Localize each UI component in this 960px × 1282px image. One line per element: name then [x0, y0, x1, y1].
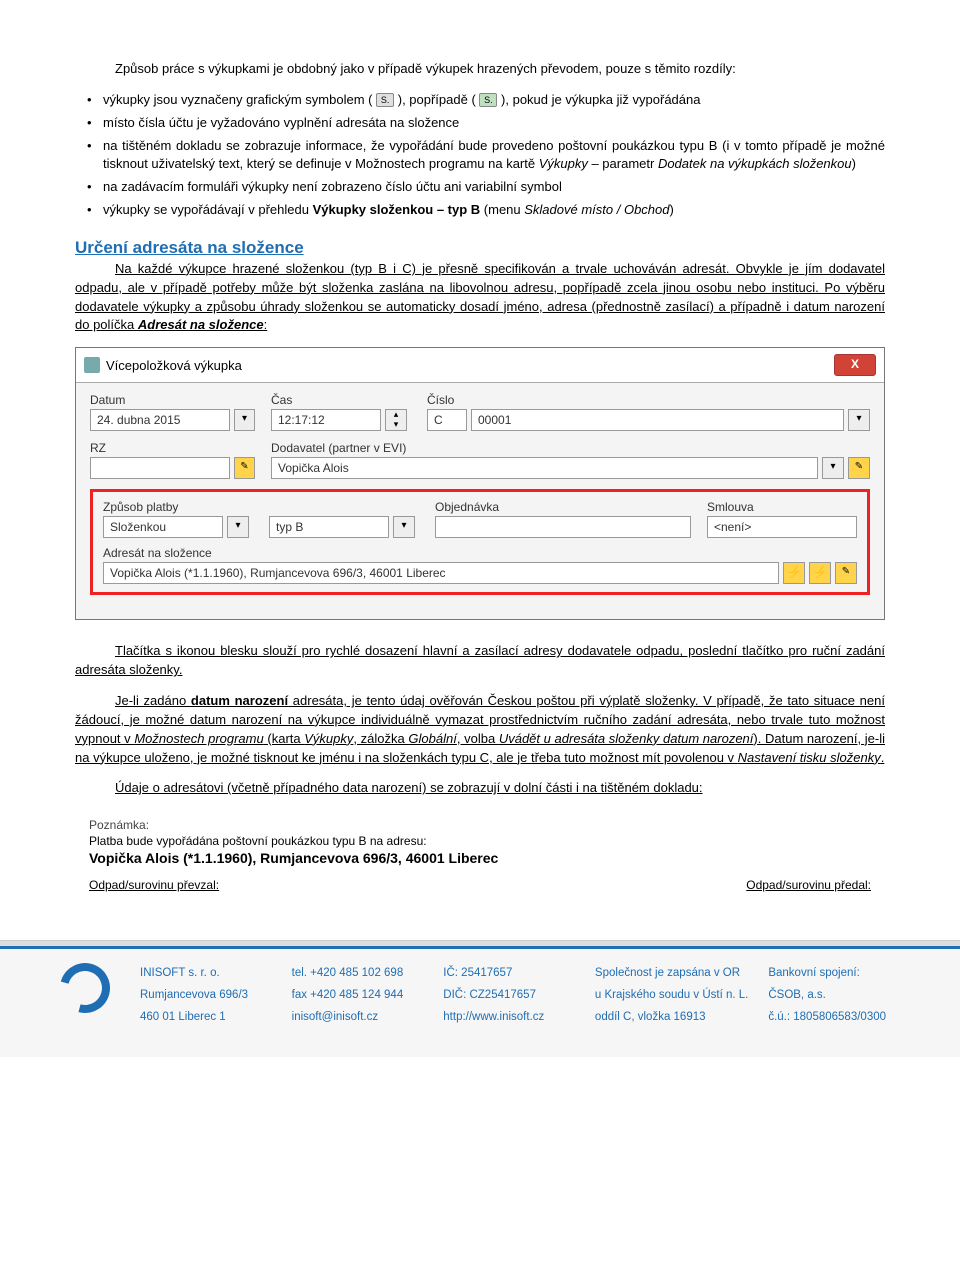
- footer-street: Rumjancevova 696/3: [140, 985, 272, 1007]
- footer-or-3: oddíl C, vložka 16913: [595, 1007, 748, 1029]
- dodavatel-dropdown-button[interactable]: ▾: [822, 457, 844, 479]
- cas-label: Čas: [271, 393, 411, 407]
- cislo-input[interactable]: [471, 409, 844, 431]
- cas-spinner[interactable]: ▴▾: [385, 409, 407, 431]
- dialog-title: Vícepoložková výkupka: [106, 358, 242, 373]
- bullet-5: výkupky se vypořádávají v přehledu Výkup…: [75, 201, 885, 220]
- page-footer: INISOFT s. r. o. Rumjancevova 696/3 460 …: [0, 940, 960, 1057]
- cislo-dropdown-button[interactable]: ▾: [848, 409, 870, 431]
- app-icon: [84, 357, 100, 373]
- smlouva-input[interactable]: [707, 516, 857, 538]
- vykupka-dialog: Vícepoložková výkupka X Datum ▾ Čas ▴▾: [75, 347, 885, 620]
- footer-tel: tel. +420 485 102 698: [292, 963, 424, 985]
- footer-fax: fax +420 485 124 944: [292, 985, 424, 1007]
- close-button[interactable]: X: [834, 354, 876, 376]
- poznamka-label: Poznámka:: [89, 818, 871, 832]
- slozenka-done-icon: S.: [479, 93, 497, 107]
- dodavatel-edit-button[interactable]: ✎: [848, 457, 870, 479]
- footer-city: 460 01 Liberec 1: [140, 1007, 272, 1029]
- lightning-main-address-button[interactable]: ⚡: [783, 562, 805, 584]
- rz-label: RZ: [90, 441, 255, 455]
- printed-line-1: Platba bude vypořádána poštovní poukázko…: [89, 834, 871, 848]
- datum-input[interactable]: [90, 409, 230, 431]
- footer-or-1: Společnost je zapsána v OR: [595, 963, 748, 985]
- footer-or-2: u Krajského soudu v Ústí n. L.: [595, 985, 748, 1007]
- lightning-icon: ⚡: [787, 565, 802, 579]
- bullet-list: výkupky jsou vyznačeny grafickým symbole…: [75, 91, 885, 220]
- footer-dic: DIČ: CZ25417657: [443, 985, 575, 1007]
- cas-input[interactable]: [271, 409, 381, 431]
- zpusob-label: Způsob platby: [103, 500, 253, 514]
- dodavatel-label: Dodavatel (partner v EVI): [271, 441, 870, 455]
- dodavatel-input[interactable]: [271, 457, 818, 479]
- typ-select[interactable]: [269, 516, 389, 538]
- footer-company: INISOFT s. r. o.: [140, 963, 272, 985]
- dialog-titlebar: Vícepoložková výkupka X: [76, 348, 884, 383]
- smlouva-label: Smlouva: [707, 500, 857, 514]
- adresat-label: Adresát na složence: [103, 546, 857, 560]
- cislo-prefix-input[interactable]: [427, 409, 467, 431]
- datum-label: Datum: [90, 393, 255, 407]
- manual-address-button[interactable]: ✎: [835, 562, 857, 584]
- datum-dropdown-button[interactable]: ▾: [234, 409, 255, 431]
- lightning-note: Tlačítka s ikonou blesku slouží pro rych…: [75, 642, 885, 680]
- signature-predal: Odpad/surovinu předal:: [746, 878, 871, 892]
- printed-note-intro: Údaje o adresátovi (včetně případného da…: [75, 779, 885, 798]
- typ-dropdown-button[interactable]: ▾: [393, 516, 415, 538]
- intro-paragraph: Způsob práce s výkupkami je obdobný jako…: [75, 60, 885, 79]
- signature-prevzal: Odpad/surovinu převzal:: [89, 878, 219, 892]
- bullet-2: místo čísla účtu je vyžadováno vyplnění …: [75, 114, 885, 133]
- company-logo-icon: [51, 954, 119, 1022]
- bullet-3: na tištěném dokladu se zobrazuje informa…: [75, 137, 885, 175]
- objednavka-input[interactable]: [435, 516, 691, 538]
- footer-bank-2: ČSOB, a.s.: [768, 985, 900, 1007]
- footer-web: http://www.inisoft.cz: [443, 1007, 575, 1029]
- birthdate-paragraph: Je-li zadáno datum narození adresáta, je…: [75, 692, 885, 767]
- rz-input[interactable]: [90, 457, 230, 479]
- slozenka-icon: S.: [376, 93, 394, 107]
- footer-bank-1: Bankovní spojení:: [768, 963, 900, 985]
- highlighted-payment-section: Způsob platby ▾ ▾ Ob: [90, 489, 870, 595]
- printed-line-2: Vopička Alois (*1.1.1960), Rumjancevova …: [89, 850, 871, 866]
- printed-receipt-block: Poznámka: Platba bude vypořádána poštovn…: [75, 810, 885, 900]
- footer-email: inisoft@inisoft.cz: [292, 1007, 424, 1029]
- footer-ic: IČ: 25417657: [443, 963, 575, 985]
- bullet-1: výkupky jsou vyznačeny grafickým symbole…: [75, 91, 885, 110]
- section-heading-adresat: Určení adresáta na složence: [75, 238, 885, 258]
- zpusob-dropdown-button[interactable]: ▾: [227, 516, 249, 538]
- objednavka-label: Objednávka: [435, 500, 691, 514]
- adresat-paragraph: Na každé výkupce hrazené složenkou (typ …: [75, 260, 885, 335]
- lightning-send-address-button[interactable]: ⚡: [809, 562, 831, 584]
- adresat-input[interactable]: [103, 562, 779, 584]
- lightning-icon: ⚡: [813, 565, 828, 579]
- bullet-4: na zadávacím formuláři výkupky není zobr…: [75, 178, 885, 197]
- footer-bank-3: č.ú.: 1805806583/0300: [768, 1007, 900, 1029]
- zpusob-select[interactable]: [103, 516, 223, 538]
- rz-edit-button[interactable]: ✎: [234, 457, 255, 479]
- cislo-label: Číslo: [427, 393, 870, 407]
